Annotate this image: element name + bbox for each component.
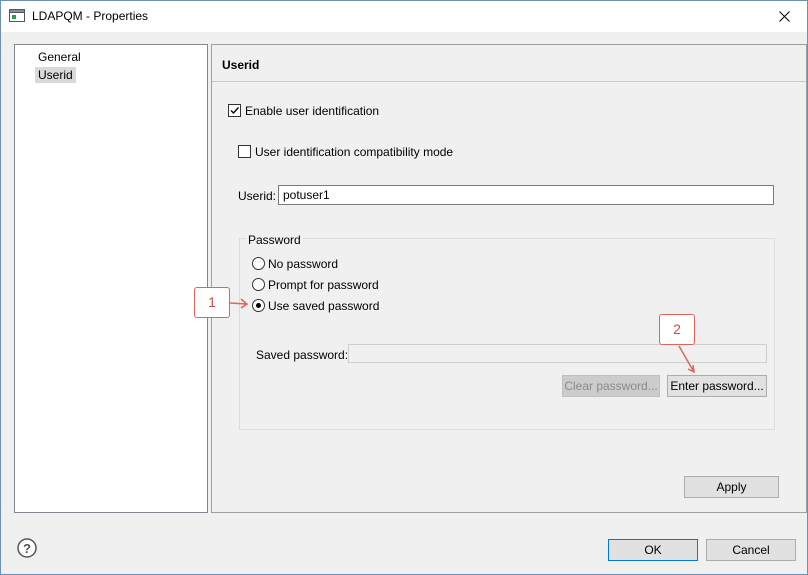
callout-2: 2	[659, 314, 695, 345]
callout-1: 1	[194, 287, 230, 318]
cancel-button[interactable]: Cancel	[706, 539, 796, 561]
ok-button[interactable]: OK	[608, 539, 698, 561]
svg-text:?: ?	[23, 541, 31, 556]
help-icon[interactable]: ?	[17, 538, 37, 558]
callout-arrows	[229, 298, 695, 374]
properties-dialog: LDAPQM - Properties General Userid Useri…	[0, 0, 808, 575]
